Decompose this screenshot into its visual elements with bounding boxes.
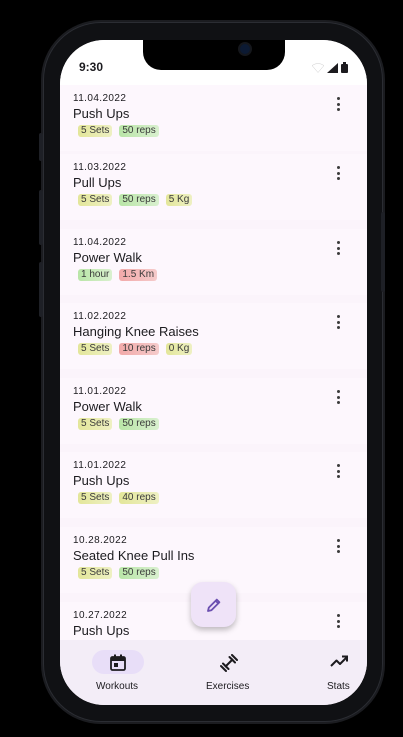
nav-item-stats[interactable]: Stats xyxy=(280,640,367,705)
reps-chip: 10 reps xyxy=(119,343,159,355)
status-time: 9:30 xyxy=(79,60,104,74)
sets-chip: 5 Sets xyxy=(78,343,113,355)
edit-fab-button[interactable] xyxy=(191,582,236,627)
sets-chip: 5 Sets xyxy=(78,194,113,206)
camera-icon xyxy=(240,44,250,54)
workout-chips: 5 Sets 10 reps 0 Kg xyxy=(78,343,193,355)
workout-date: 10.27.2022 xyxy=(73,610,128,621)
workout-date: 11.04.2022 xyxy=(73,237,127,248)
status-bar: 9:30 xyxy=(60,40,367,85)
app-screen: 9:30 11.04.2022 Push Ups 5 Sets 50 reps … xyxy=(60,40,367,705)
workout-date: 11.01.2022 xyxy=(73,386,127,397)
duration-chip: 1 hour xyxy=(78,269,113,281)
workout-card[interactable]: 11.04.2022 Power Walk 1 hour 1.5 Km xyxy=(60,229,367,295)
calendar-icon xyxy=(110,654,126,671)
reps-chip: 50 reps xyxy=(119,567,159,579)
nav-item-exercises[interactable]: Exercises xyxy=(177,640,280,705)
reps-chip: 50 reps xyxy=(119,194,159,206)
workout-card[interactable]: 11.01.2022 Power Walk 5 Sets 50 reps xyxy=(60,378,367,444)
reps-chip: 40 reps xyxy=(119,492,159,504)
nav-label-workouts: Workouts xyxy=(96,681,139,692)
nav-label-stats: Stats xyxy=(327,681,350,692)
weight-chip: 0 Kg xyxy=(165,343,193,355)
workout-title: Seated Knee Pull Ins xyxy=(73,548,195,563)
more-vert-icon[interactable] xyxy=(332,462,344,480)
signal-icon xyxy=(327,63,338,73)
dumbbell-icon xyxy=(220,654,238,672)
workout-chips: 5 Sets 50 reps xyxy=(78,567,159,579)
workout-card[interactable]: 11.03.2022 Pull Ups 5 Sets 50 reps 5 Kg xyxy=(60,154,367,220)
workout-date: 11.01.2022 xyxy=(73,460,127,471)
more-vert-icon[interactable] xyxy=(332,239,344,257)
status-icons xyxy=(312,62,348,73)
phone-volume-up-button xyxy=(39,190,43,245)
workout-chips: 5 Sets 50 reps xyxy=(78,125,159,137)
workout-title: Power Walk xyxy=(73,250,142,265)
sets-chip: 5 Sets xyxy=(78,492,113,504)
workout-title: Pull Ups xyxy=(73,175,122,190)
nav-label-exercises: Exercises xyxy=(206,681,250,692)
distance-chip: 1.5 Km xyxy=(119,269,158,281)
more-vert-icon[interactable] xyxy=(332,95,344,113)
workout-chips: 5 Sets 40 reps xyxy=(78,492,159,504)
more-vert-icon[interactable] xyxy=(332,164,344,182)
workout-title: Power Walk xyxy=(73,399,142,414)
phone-volume-down-button xyxy=(39,262,43,317)
workout-title: Hanging Knee Raises xyxy=(73,324,199,339)
wifi-icon xyxy=(312,63,324,73)
pencil-icon xyxy=(206,598,220,612)
workout-chips: 5 Sets 50 reps 5 Kg xyxy=(78,194,193,206)
reps-chip: 50 reps xyxy=(119,125,159,137)
workout-card[interactable]: 11.01.2022 Push Ups 5 Sets 40 reps xyxy=(60,452,367,518)
more-vert-icon[interactable] xyxy=(332,388,344,406)
workout-list[interactable]: 11.04.2022 Push Ups 5 Sets 50 reps 11.03… xyxy=(60,85,367,640)
workout-date: 11.03.2022 xyxy=(73,162,127,173)
workout-title: Push Ups xyxy=(73,623,130,638)
workout-chips: 1 hour 1.5 Km xyxy=(78,269,158,281)
trending-up-icon xyxy=(330,655,348,667)
workout-card[interactable]: 11.02.2022 Hanging Knee Raises 5 Sets 10… xyxy=(60,303,367,369)
workout-title: Push Ups xyxy=(73,473,130,488)
sets-chip: 5 Sets xyxy=(78,567,113,579)
workout-chips: 5 Sets 50 reps xyxy=(78,418,159,430)
more-vert-icon[interactable] xyxy=(332,612,344,630)
bottom-navigation: Workouts Exercises Stats xyxy=(60,640,367,705)
weight-chip: 5 Kg xyxy=(165,194,193,206)
reps-chip: 50 reps xyxy=(119,418,159,430)
sets-chip: 5 Sets xyxy=(78,418,113,430)
workout-date: 11.04.2022 xyxy=(73,93,127,104)
nav-item-workouts[interactable]: Workouts xyxy=(60,640,177,705)
workout-title: Push Ups xyxy=(73,106,130,121)
workout-date: 11.02.2022 xyxy=(73,311,127,322)
more-vert-icon[interactable] xyxy=(332,313,344,331)
workout-card[interactable]: 11.04.2022 Push Ups 5 Sets 50 reps xyxy=(60,85,367,151)
phone-action-button xyxy=(39,133,43,161)
phone-power-button xyxy=(381,212,385,292)
camera-notch xyxy=(143,40,285,70)
battery-icon xyxy=(341,62,348,73)
sets-chip: 5 Sets xyxy=(78,125,113,137)
more-vert-icon[interactable] xyxy=(332,537,344,555)
workout-date: 10.28.2022 xyxy=(73,535,128,546)
